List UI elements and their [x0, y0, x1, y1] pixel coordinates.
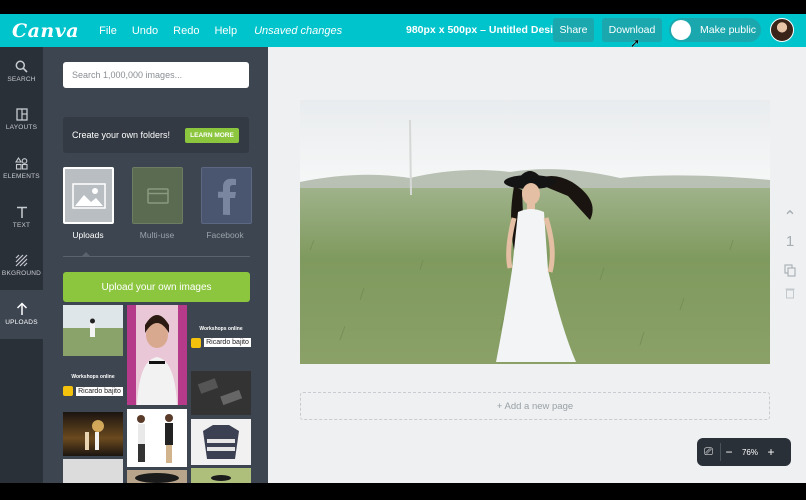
workshop-brand: Ricardo bajito	[191, 337, 251, 348]
upload-thumbnail[interactable]	[191, 371, 251, 415]
search-icon	[15, 60, 28, 73]
nav-text[interactable]: TEXT	[0, 193, 43, 242]
nav-search[interactable]: SEARCH	[0, 47, 43, 96]
zoom-out-button[interactable]: −	[721, 445, 737, 459]
elements-icon	[15, 156, 28, 170]
nav-layouts[interactable]: LAYOUTS	[0, 96, 43, 145]
add-page-button[interactable]: + Add a new page	[300, 392, 770, 420]
nav-uploads-label: UPLOADS	[5, 319, 38, 327]
nav-layouts-label: LAYOUTS	[5, 124, 38, 132]
uploads-source-tile[interactable]	[63, 167, 121, 230]
upload-thumbnail[interactable]: Workshops online Ricardo bajito	[191, 305, 251, 368]
zoom-in-button[interactable]: +	[763, 445, 779, 459]
upload-thumbnail[interactable]	[191, 468, 251, 483]
present-icon[interactable]: ⎚	[697, 443, 721, 461]
tabs-divider	[63, 256, 250, 257]
upload-thumbnail[interactable]	[127, 470, 187, 483]
zoom-level[interactable]: 76%	[737, 448, 763, 457]
left-nav: SEARCH LAYOUTS ELEMENTS TEXT BKGROUND UP…	[0, 47, 43, 483]
menu-help[interactable]: Help	[214, 25, 237, 37]
image-search-input[interactable]	[63, 62, 249, 88]
brand-logo-icon	[63, 386, 74, 396]
nav-text-label: TEXT	[12, 221, 31, 229]
page-number: 1	[785, 233, 795, 250]
folders-banner: Create your own folders! LEARN MORE	[63, 117, 249, 153]
menu-redo[interactable]: Redo	[173, 25, 199, 37]
nav-uploads[interactable]: UPLOADS	[0, 289, 43, 339]
learn-more-button[interactable]: LEARN MORE	[185, 128, 239, 143]
nav-elements[interactable]: ELEMENTS	[0, 144, 43, 193]
upload-thumbnail[interactable]	[63, 412, 123, 456]
upload-thumbnail[interactable]	[127, 305, 187, 405]
fashion-models-thumbnail	[137, 414, 173, 463]
facebook-source-tile[interactable]	[201, 167, 258, 229]
hat-thumbnail	[135, 473, 179, 483]
avatar[interactable]	[770, 18, 794, 42]
menu-undo[interactable]: Undo	[132, 25, 158, 37]
facebook-tab-label[interactable]: Facebook	[195, 230, 255, 240]
nav-background[interactable]: BKGROUND	[0, 241, 43, 290]
night-couple-thumbnail	[85, 420, 104, 450]
workshop-brand: Ricardo bajito	[63, 386, 123, 396]
design-page[interactable]	[300, 100, 770, 364]
upload-thumbnail[interactable]	[63, 459, 123, 483]
sweater-thumbnail	[203, 425, 239, 459]
hat-field-thumbnail	[211, 475, 231, 481]
save-status: Unsaved changes	[254, 24, 343, 37]
brand-name: Ricardo bajito	[204, 338, 251, 347]
delete-page-icon[interactable]	[785, 287, 795, 299]
canvas-workspace: + Add a new page ⌃ 1 ⎚ − 76% +	[268, 47, 806, 483]
workshop-title: Workshops online	[199, 325, 243, 332]
duplicate-page-icon[interactable]	[784, 264, 796, 277]
canva-logo[interactable]: Canva	[12, 20, 79, 42]
upload-thumbnail[interactable]	[191, 419, 251, 465]
nav-background-label: BKGROUND	[1, 270, 42, 278]
layouts-icon	[15, 108, 28, 122]
portrait-thumbnail	[137, 315, 177, 405]
make-public-toggle[interactable]: Make public	[669, 18, 761, 42]
folders-text: Create your own folders!	[72, 130, 171, 140]
multi-use-tab-label[interactable]: Multi-use	[127, 230, 187, 240]
background-icon	[15, 254, 28, 267]
zoom-control: ⎚ − 76% +	[697, 438, 791, 466]
upload-thumbnail[interactable]	[63, 305, 123, 356]
menu-file[interactable]: File	[99, 25, 117, 37]
facebook-icon	[217, 178, 236, 215]
uploads-panel: Create your own folders! LEARN MORE Uplo…	[43, 47, 268, 483]
card-icon	[146, 187, 169, 204]
upload-images-button[interactable]: Upload your own images	[63, 272, 250, 302]
woman-in-field-photo[interactable]	[300, 100, 770, 364]
nav-search-label: SEARCH	[7, 75, 36, 83]
top-bar: Canva File Undo Redo Help Unsaved change…	[0, 14, 806, 50]
image-placeholder-icon	[71, 182, 106, 209]
brand-logo-icon	[191, 337, 202, 348]
upload-thumbnail[interactable]: Workshops online Ricardo bajito	[63, 361, 123, 409]
upload-thumbnail[interactable]	[127, 409, 187, 467]
make-public-label: Make public	[700, 24, 757, 36]
page-tools: ⌃ 1	[781, 207, 799, 299]
design-title[interactable]: 980px x 500px – Untitled Design	[406, 24, 566, 36]
text-icon	[16, 206, 27, 218]
nav-elements-label: ELEMENTS	[3, 172, 40, 180]
uploads-tab-label[interactable]: Uploads	[58, 230, 118, 240]
workshop-title: Workshops online	[71, 374, 115, 380]
upload-arrow-icon	[16, 302, 27, 316]
camera-gear-thumbnail	[197, 378, 243, 406]
app-window: Canva File Undo Redo Help Unsaved change…	[0, 14, 806, 483]
chevron-up-icon[interactable]: ⌃	[783, 207, 796, 227]
toggle-knob	[671, 20, 691, 40]
multi-use-source-tile[interactable]	[132, 167, 189, 229]
woman-field-thumbnail	[90, 318, 95, 337]
brand-name: Ricardo bajito	[76, 386, 123, 396]
share-button[interactable]: Share	[553, 18, 594, 42]
